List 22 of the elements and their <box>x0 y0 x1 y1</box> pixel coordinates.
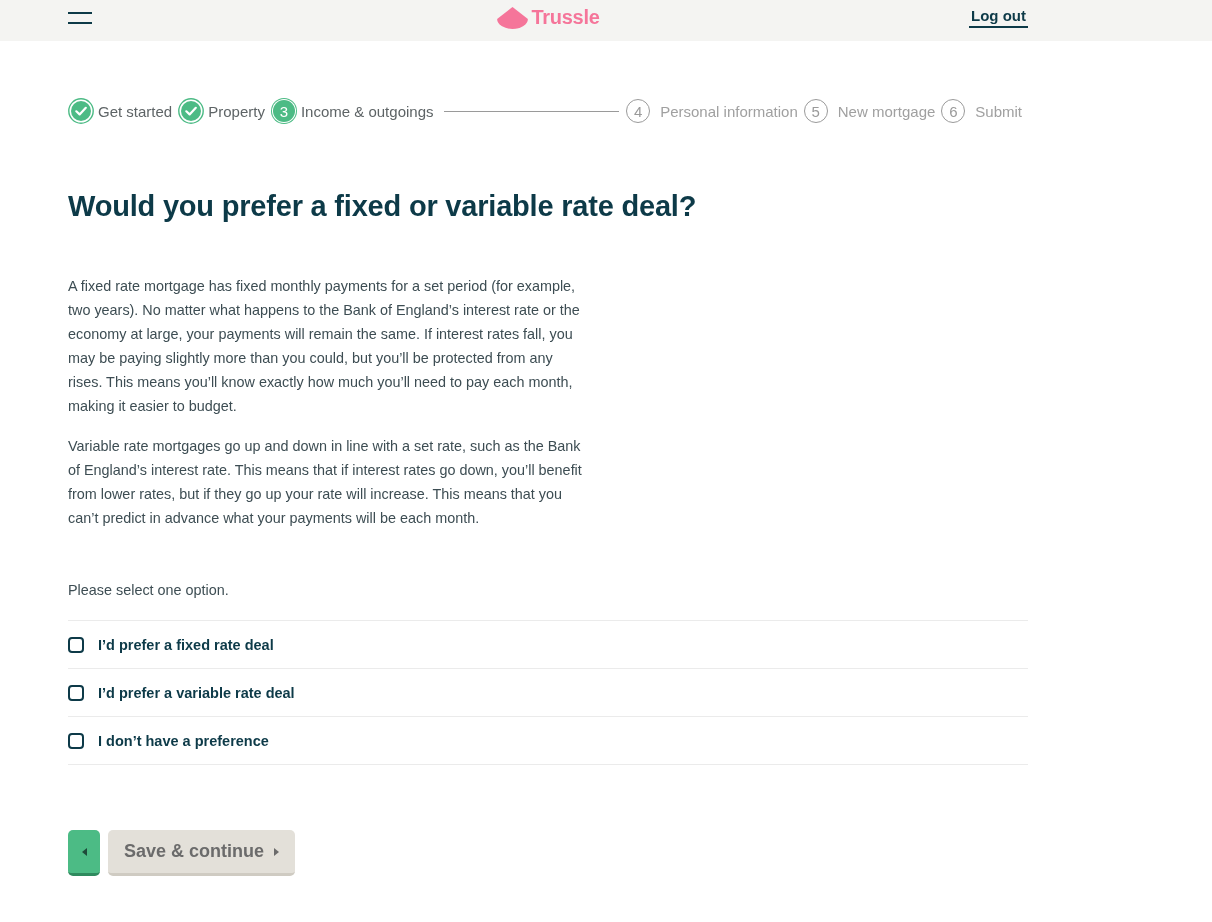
step-number: 3 <box>272 100 295 122</box>
step-label: New mortgage <box>837 102 936 120</box>
checkbox[interactable] <box>68 636 84 653</box>
option-label[interactable]: I’d prefer a variable rate deal <box>98 684 295 701</box>
question-heading: Would you prefer a fixed or variable rate deal? <box>68 190 698 222</box>
checkbox[interactable] <box>68 684 84 701</box>
description-text: Variable rate mortgages go up and down in line with a set rate, such as the Bank of England’s interest rate. This means that if interest rates go down, you’ll benefit from lower rates, but if they go up your rate will increase. This means that you can’t predict in advance what your payments will be each month. <box>68 437 583 528</box>
step-label: Income & outgoings <box>300 102 434 120</box>
logo-mark-icon <box>496 6 528 29</box>
description-text: A fixed rate mortgage has fixed monthly payments for a set period (for example, two years). No matter what happens to the Bank of England’s interest rate or the economy at large, your payments will remain the same. If interest rates fall, you may be paying slightly more than you could, but you’ll be protected from any rises. This means you’ll know exactly how much you’ll need to pay each month, making it easier to budget. <box>68 277 581 416</box>
step-label: Submit <box>975 102 1022 120</box>
menu-icon[interactable] <box>68 11 92 24</box>
instruction-text: Please select one option. <box>68 581 230 600</box>
option-label[interactable]: I don’t have a preference <box>98 732 269 749</box>
caret-icon <box>81 847 87 856</box>
option-label[interactable]: I’d prefer a fixed rate deal <box>98 636 274 653</box>
logout-link[interactable]: Log out <box>969 7 1028 28</box>
checkbox[interactable] <box>68 732 84 749</box>
step-label: Get started <box>98 102 173 120</box>
step-label: Property <box>208 102 265 120</box>
step-label: Personal information <box>660 102 798 120</box>
caret-icon <box>274 847 280 856</box>
